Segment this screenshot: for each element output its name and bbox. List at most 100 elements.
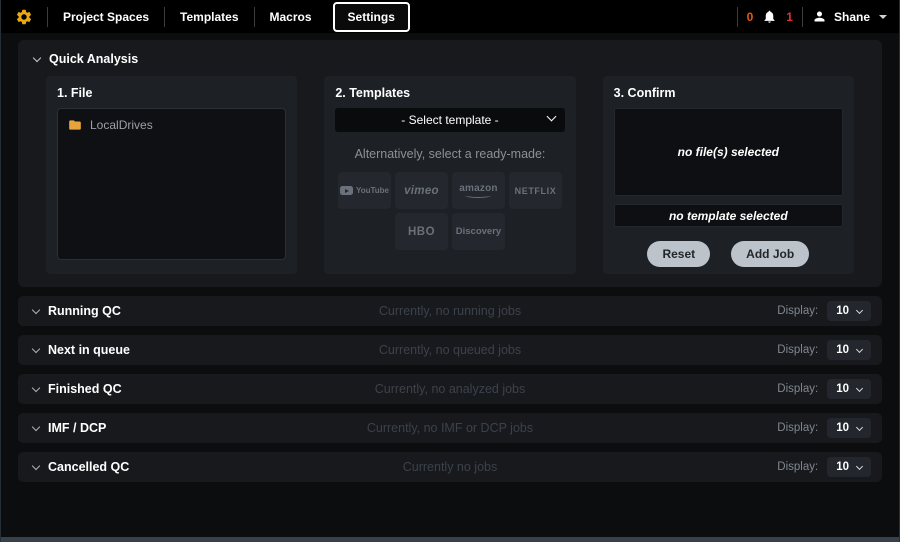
section-cancelled-qc: Cancelled QC Currently no jobs Display: …	[18, 452, 882, 482]
app-logo[interactable]	[1, 8, 47, 26]
display-count-select[interactable]: 10	[827, 457, 871, 477]
quick-analysis-title: Quick Analysis	[49, 52, 138, 66]
display-count-value: 10	[836, 383, 849, 395]
section-title: Cancelled QC	[48, 460, 129, 474]
display-count-value: 10	[836, 305, 849, 317]
divider	[737, 7, 738, 27]
brand-vimeo-button[interactable]: vimeo	[395, 172, 448, 209]
section-title: IMF / DCP	[48, 421, 106, 435]
user-icon	[812, 9, 827, 24]
amazon-logo-icon: amazon	[459, 183, 497, 198]
folder-icon	[68, 118, 82, 132]
brand-youtube-button[interactable]: YouTube	[338, 172, 391, 209]
template-select-value: - Select template -	[401, 113, 498, 127]
file-panel-title: 1. File	[57, 86, 286, 100]
tree-item-label: LocalDrives	[90, 118, 153, 132]
section-finished-qc: Finished QC Currently, no analyzed jobs …	[18, 374, 882, 404]
section-imf-dcp: IMF / DCP Currently, no IMF or DCP jobs …	[18, 413, 882, 443]
brand-hbo-button[interactable]: HBO	[395, 213, 448, 250]
divider	[802, 7, 803, 27]
display-label: Display:	[777, 383, 818, 395]
section-title: Next in queue	[48, 343, 130, 357]
chevron-down-icon	[856, 384, 863, 391]
no-files-text: no file(s) selected	[678, 145, 779, 159]
user-menu[interactable]: Shane	[812, 9, 887, 24]
nav-templates[interactable]: Templates	[165, 10, 253, 24]
chevron-down-icon	[32, 344, 40, 352]
section-status-text: Currently, no running jobs	[18, 304, 882, 318]
display-label: Display:	[777, 422, 818, 434]
amazon-smile-icon	[465, 193, 491, 198]
file-panel: 1. File LocalDrives	[46, 76, 297, 274]
template-select[interactable]: - Select template -	[335, 108, 564, 132]
section-status-text: Currently, no analyzed jobs	[18, 382, 882, 396]
confirm-panel: 3. Confirm no file(s) selected no templa…	[603, 76, 854, 274]
main-content: Quick Analysis 1. File LocalDrives 2. Te…	[1, 33, 899, 482]
chevron-down-icon	[856, 306, 863, 313]
youtube-logo-icon: YouTube	[340, 186, 389, 195]
quick-analysis-card: Quick Analysis 1. File LocalDrives 2. Te…	[18, 40, 882, 287]
section-status-text: Currently no jobs	[18, 460, 882, 474]
play-icon	[340, 186, 353, 195]
section-status-text: Currently, no IMF or DCP jobs	[18, 421, 882, 435]
section-status-text: Currently, no queued jobs	[18, 343, 882, 357]
section-next-in-queue: Next in queue Currently, no queued jobs …	[18, 335, 882, 365]
reset-button[interactable]: Reset	[647, 241, 710, 267]
tree-item-localdrives[interactable]: LocalDrives	[68, 118, 275, 132]
brand-discovery-button[interactable]: Discovery	[452, 213, 505, 250]
display-label: Display:	[777, 344, 818, 356]
selected-template-box: no template selected	[614, 204, 843, 227]
section-next-in-queue-toggle[interactable]: Next in queue	[29, 343, 130, 357]
quick-analysis-header[interactable]: Quick Analysis	[30, 50, 870, 76]
chevron-down-icon	[856, 462, 863, 469]
warning-count-badge: 0	[747, 10, 754, 24]
chevron-down-icon	[32, 305, 40, 313]
chevron-down-icon	[856, 345, 863, 352]
add-job-button[interactable]: Add Job	[731, 241, 809, 267]
display-label: Display:	[777, 461, 818, 473]
vimeo-logo-icon: vimeo	[404, 185, 439, 197]
templates-panel-title: 2. Templates	[335, 86, 564, 100]
file-tree: LocalDrives	[57, 108, 286, 260]
display-count-value: 10	[836, 422, 849, 434]
display-count-value: 10	[836, 344, 849, 356]
confirm-panel-title: 3. Confirm	[614, 86, 843, 100]
chevron-down-icon	[32, 461, 40, 469]
templates-panel: 2. Templates - Select template - Alterna…	[324, 76, 575, 274]
display-label: Display:	[777, 305, 818, 317]
section-imf-dcp-toggle[interactable]: IMF / DCP	[29, 421, 106, 435]
chevron-down-icon	[546, 112, 556, 122]
section-running-qc-toggle[interactable]: Running QC	[29, 304, 121, 318]
error-count-badge: 1	[786, 10, 793, 24]
brand-amazon-button[interactable]: amazon	[452, 172, 505, 209]
caret-down-icon	[879, 15, 887, 19]
display-count-value: 10	[836, 461, 849, 473]
top-navbar: Project Spaces Templates Macros Settings…	[1, 0, 899, 33]
nav-macros[interactable]: Macros	[255, 10, 327, 24]
section-title: Finished QC	[48, 382, 122, 396]
selected-files-box: no file(s) selected	[614, 108, 843, 196]
section-cancelled-qc-toggle[interactable]: Cancelled QC	[29, 460, 129, 474]
display-count-select[interactable]: 10	[827, 379, 871, 399]
section-running-qc: Running QC Currently, no running jobs Di…	[18, 296, 882, 326]
brand-netflix-button[interactable]: NETFLIX	[509, 172, 562, 209]
section-title: Running QC	[48, 304, 121, 318]
gear-logo-icon	[15, 8, 33, 26]
user-name: Shane	[834, 10, 870, 24]
display-count-select[interactable]: 10	[827, 301, 871, 321]
bell-icon[interactable]	[762, 9, 777, 24]
window-bottom-edge	[1, 537, 899, 542]
chevron-down-icon	[32, 383, 40, 391]
section-finished-qc-toggle[interactable]: Finished QC	[29, 382, 122, 396]
display-count-select[interactable]: 10	[827, 418, 871, 438]
nav-project-spaces[interactable]: Project Spaces	[48, 10, 164, 24]
nav-settings[interactable]: Settings	[333, 2, 410, 32]
no-template-text: no template selected	[669, 209, 788, 223]
discovery-logo-icon: Discovery	[456, 226, 501, 237]
display-count-select[interactable]: 10	[827, 340, 871, 360]
chevron-down-icon	[856, 423, 863, 430]
chevron-down-icon	[32, 422, 40, 430]
hbo-logo-icon: HBO	[408, 226, 435, 238]
netflix-logo-icon: NETFLIX	[515, 186, 557, 196]
chevron-down-icon	[33, 53, 41, 61]
